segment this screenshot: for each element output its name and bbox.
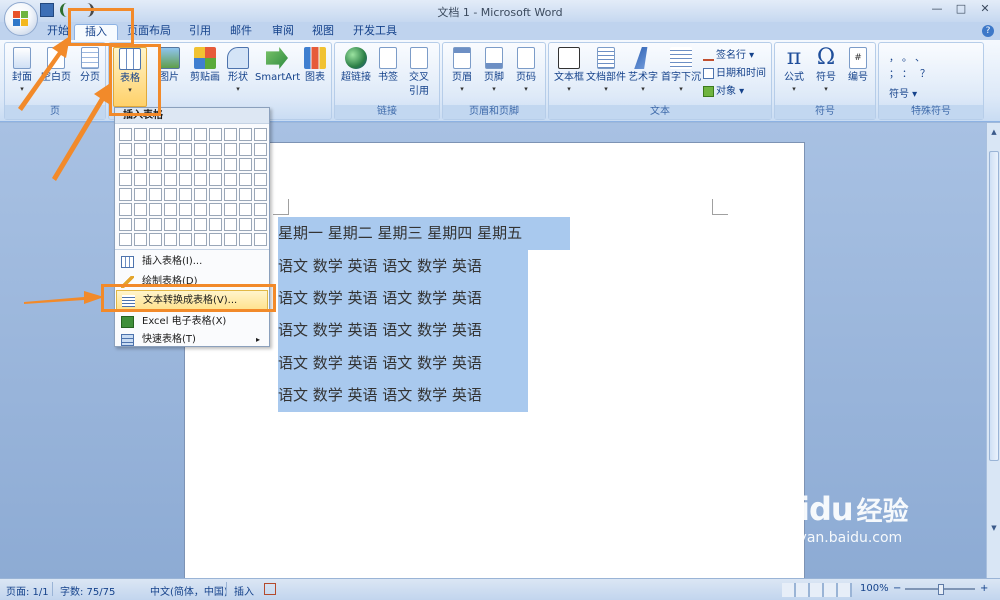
highlight-convert-item <box>101 284 276 312</box>
arrow-to-insert-tab <box>18 36 70 111</box>
highlight-insert-tab <box>68 8 134 46</box>
highlight-table-button <box>109 44 161 116</box>
arrow-to-table-button <box>52 82 112 181</box>
arrow-to-convert-item <box>24 291 104 304</box>
